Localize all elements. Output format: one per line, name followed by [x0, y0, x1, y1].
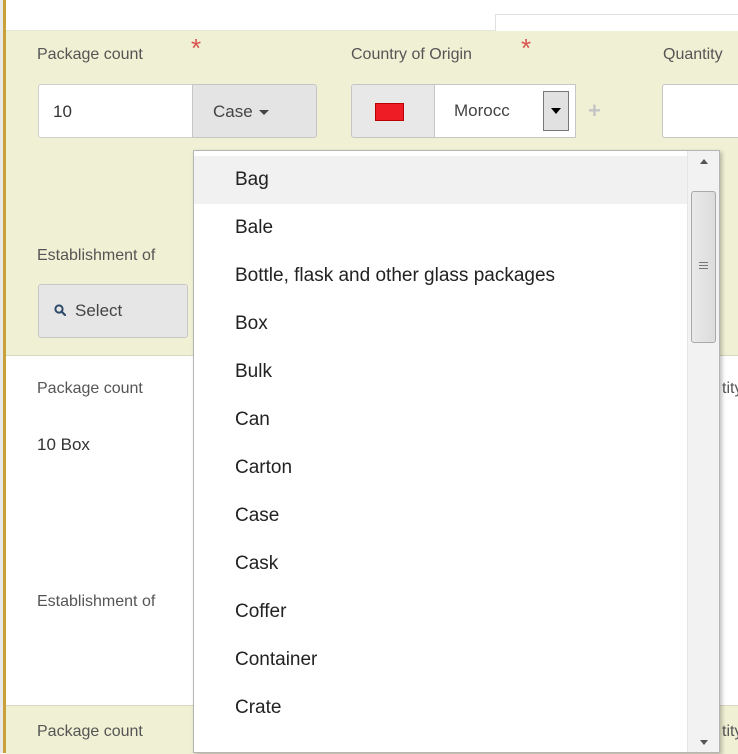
scroll-thumb[interactable] — [691, 191, 716, 343]
dropdown-arrow-icon[interactable] — [543, 91, 569, 131]
dropdown-option-can[interactable]: Can — [194, 396, 688, 444]
dropdown-option-bag[interactable]: Bag — [194, 156, 688, 204]
tab-edge — [495, 14, 738, 31]
required-asterisk: * — [191, 33, 202, 63]
package-type-dropdown-button[interactable]: Case — [192, 84, 317, 138]
package-type-selected: Case — [213, 102, 253, 121]
dropdown-option-cask[interactable]: Cask — [194, 540, 688, 588]
package-count-label: Package count — [37, 723, 143, 740]
package-count-label: Package count — [37, 380, 143, 397]
select-establishment-button[interactable]: Select — [38, 284, 188, 338]
scroll-grip-icon — [699, 262, 708, 263]
quantity-input[interactable] — [662, 84, 738, 138]
dropdown-option-case[interactable]: Case — [194, 492, 688, 540]
dropdown-option-bulk[interactable]: Bulk — [194, 348, 688, 396]
select-button-label: Select — [75, 301, 123, 320]
package-count-value: 10 Box — [37, 435, 90, 454]
quantity-label-fragment: tity — [722, 380, 738, 397]
caret-down-icon — [258, 110, 269, 116]
package-count-label: Package count — [37, 46, 143, 63]
dropdown-option-container[interactable]: Container — [194, 636, 688, 684]
plus-icon[interactable]: + — [588, 98, 601, 124]
dropdown-option-carton[interactable]: Carton — [194, 444, 688, 492]
dropdown-option-bottle[interactable]: Bottle, flask and other glass packages — [194, 252, 688, 300]
package-count-value: 10 — [53, 102, 72, 121]
dropdown-option-coffer[interactable]: Coffer — [194, 588, 688, 636]
scroll-down-icon[interactable] — [688, 732, 719, 752]
country-flag-button[interactable] — [351, 84, 435, 138]
dropdown-option-box[interactable]: Box — [194, 300, 688, 348]
country-select[interactable]: Morocс — [434, 84, 576, 138]
country-select-value: Morocс — [454, 101, 510, 120]
dropdown-option-bale[interactable]: Bale — [194, 204, 688, 252]
quantity-label: Quantity — [663, 46, 723, 63]
establishment-label: Establishment of — [37, 247, 156, 264]
morocco-flag-icon — [375, 103, 404, 121]
search-icon — [54, 304, 66, 316]
quantity-label-fragment: tity — [722, 723, 738, 740]
establishment-label: Establishment of — [37, 593, 156, 610]
dropdown-scrollbar[interactable] — [687, 151, 719, 752]
package-count-input[interactable]: 10 — [38, 84, 193, 138]
country-of-origin-label: Country of Origin — [351, 46, 472, 63]
scroll-up-icon[interactable] — [688, 151, 719, 173]
package-type-dropdown-list[interactable]: Bag Bale Bottle, flask and other glass p… — [193, 150, 720, 753]
required-asterisk: * — [521, 33, 532, 63]
dropdown-option-crate[interactable]: Crate — [194, 684, 688, 732]
